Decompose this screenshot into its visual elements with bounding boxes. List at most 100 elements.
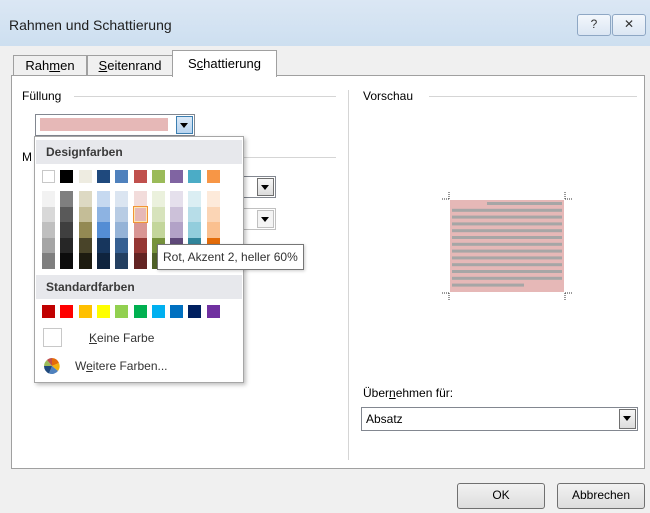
theme-color-swatch[interactable] xyxy=(188,170,202,183)
preview-line xyxy=(487,202,562,205)
standard-color-swatch[interactable] xyxy=(188,305,202,318)
color-tooltip: Rot, Akzent 2, heller 60% xyxy=(157,244,304,270)
fill-dropdown-arrow[interactable] xyxy=(176,116,193,134)
theme-shade-swatch[interactable] xyxy=(78,222,92,238)
tab-rahmen[interactable]: Rahmen xyxy=(13,55,87,76)
theme-shade-swatch[interactable] xyxy=(42,253,55,269)
theme-shade-swatch[interactable] xyxy=(170,191,184,207)
theme-shade-swatch[interactable] xyxy=(60,222,74,238)
fill-color-dropdown[interactable] xyxy=(35,114,195,136)
theme-shade-swatch[interactable] xyxy=(151,191,165,207)
vertical-separator xyxy=(348,90,349,460)
theme-color-swatch[interactable] xyxy=(206,170,220,183)
theme-shade-swatch[interactable] xyxy=(60,206,74,223)
apply-to-dropdown[interactable]: Absatz xyxy=(361,407,638,431)
theme-color-swatch[interactable] xyxy=(96,170,110,183)
title-bar: Rahmen und Schattierung ? ✕ xyxy=(0,0,650,46)
theme-shade-swatch[interactable] xyxy=(133,253,147,269)
standard-color-swatch[interactable] xyxy=(151,305,165,318)
apply-to-label: Übernehmen für: xyxy=(363,386,454,400)
theme-color-swatch[interactable] xyxy=(42,170,55,183)
theme-shade-swatch[interactable] xyxy=(115,206,129,223)
theme-shade-swatch[interactable] xyxy=(188,222,202,238)
preview-line xyxy=(452,236,562,239)
theme-shade-swatch[interactable] xyxy=(115,191,129,207)
standard-color-swatch[interactable] xyxy=(115,305,129,318)
theme-shade-swatch[interactable] xyxy=(170,206,184,223)
close-button[interactable]: ✕ xyxy=(612,14,646,36)
theme-shade-swatch[interactable] xyxy=(133,191,147,207)
theme-color-swatch[interactable] xyxy=(133,170,147,183)
theme-shade-swatch[interactable] xyxy=(115,253,129,269)
tab-schattierung[interactable]: Schattierung xyxy=(172,50,277,77)
theme-color-swatch[interactable] xyxy=(60,170,74,183)
preview-line xyxy=(452,270,562,273)
more-colors-item[interactable]: Weitere Farben... xyxy=(43,355,235,377)
preview-line xyxy=(452,222,562,226)
cancel-button[interactable]: Abbrechen xyxy=(557,483,645,509)
theme-shade-swatch[interactable] xyxy=(96,191,110,207)
preview-separator xyxy=(429,96,637,97)
tab-seitenrand[interactable]: Seitenrand xyxy=(87,55,173,76)
ok-button[interactable]: OK xyxy=(457,483,545,509)
theme-shade-swatch[interactable] xyxy=(78,191,92,207)
help-button[interactable]: ? xyxy=(577,14,611,36)
standard-color-swatch[interactable] xyxy=(78,305,92,318)
theme-shade-swatch[interactable] xyxy=(78,253,92,269)
theme-color-swatch[interactable] xyxy=(151,170,165,183)
standard-color-swatch[interactable] xyxy=(42,305,55,318)
standard-color-swatch[interactable] xyxy=(133,305,147,318)
close-icon: ✕ xyxy=(623,17,635,31)
fill-label: Füllung xyxy=(22,89,66,103)
theme-color-swatch[interactable] xyxy=(170,170,184,183)
standard-color-swatch[interactable] xyxy=(206,305,220,318)
theme-shade-swatch[interactable] xyxy=(42,222,55,238)
preview-line xyxy=(452,208,562,212)
window-title: Rahmen und Schattierung xyxy=(9,17,172,33)
theme-shade-swatch[interactable] xyxy=(206,222,220,238)
theme-shade-swatch[interactable] xyxy=(96,253,110,269)
theme-shade-swatch[interactable] xyxy=(42,206,55,223)
theme-shade-swatch[interactable] xyxy=(42,191,55,207)
preview-line xyxy=(452,263,562,267)
theme-shade-swatch[interactable] xyxy=(151,222,165,238)
theme-shade-swatch[interactable] xyxy=(132,205,148,224)
theme-color-swatch[interactable] xyxy=(115,170,129,183)
preview-line xyxy=(452,229,562,233)
preview-line xyxy=(452,215,562,219)
theme-shade-swatch[interactable] xyxy=(206,206,220,223)
theme-shade-swatch[interactable] xyxy=(42,237,55,254)
theme-shade-swatch[interactable] xyxy=(115,237,129,254)
pattern-style-arrow[interactable] xyxy=(257,178,274,196)
standard-colors-header: Standardfarben xyxy=(36,275,242,299)
preview-line xyxy=(452,276,562,280)
theme-shade-swatch[interactable] xyxy=(78,237,92,254)
theme-shade-swatch[interactable] xyxy=(96,237,110,254)
preview-line xyxy=(452,249,562,253)
apply-to-arrow[interactable] xyxy=(619,409,636,429)
theme-color-swatch[interactable] xyxy=(78,170,92,183)
theme-shade-swatch[interactable] xyxy=(133,237,147,254)
theme-shade-swatch[interactable] xyxy=(188,191,202,207)
theme-shade-swatch[interactable] xyxy=(206,191,220,207)
theme-shade-swatch[interactable] xyxy=(133,222,147,238)
standard-color-swatch[interactable] xyxy=(170,305,184,318)
theme-shade-swatch[interactable] xyxy=(60,253,74,269)
theme-shade-swatch[interactable] xyxy=(115,222,129,238)
theme-shade-swatch[interactable] xyxy=(60,237,74,254)
no-color-item[interactable]: Keine Farbe xyxy=(43,327,235,349)
theme-shade-swatch[interactable] xyxy=(78,206,92,223)
theme-shade-swatch[interactable] xyxy=(151,206,165,223)
theme-shade-swatch[interactable] xyxy=(96,206,110,223)
no-color-swatch xyxy=(43,328,62,347)
standard-color-swatch[interactable] xyxy=(96,305,110,318)
theme-shade-swatch[interactable] xyxy=(96,222,110,238)
preview-label: Vorschau xyxy=(363,89,418,103)
theme-shade-swatch[interactable] xyxy=(188,206,202,223)
preview-line xyxy=(452,242,562,246)
apply-to-value: Absatz xyxy=(366,412,403,426)
theme-shade-swatch[interactable] xyxy=(170,222,184,238)
theme-shade-swatch[interactable] xyxy=(60,191,74,207)
standard-color-swatch[interactable] xyxy=(60,305,74,318)
fill-color-swatch xyxy=(40,118,168,131)
